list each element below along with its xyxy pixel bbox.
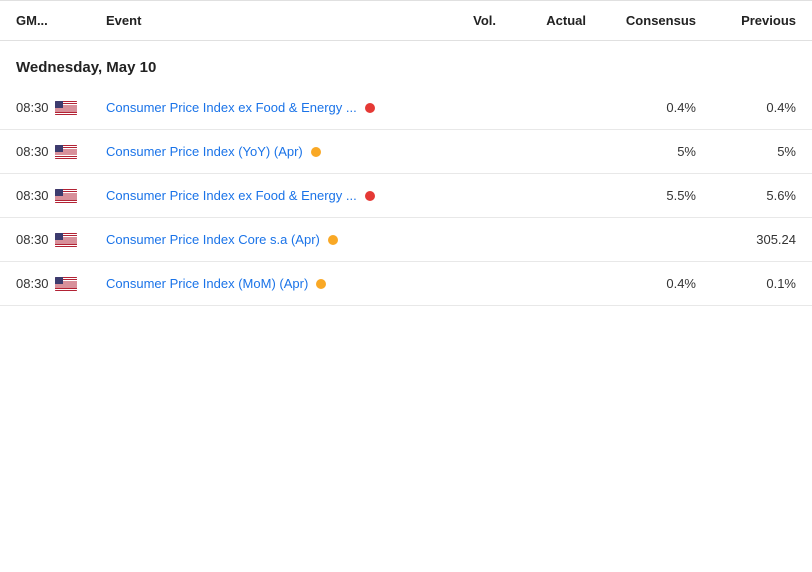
previous-value: 305.24 — [696, 232, 796, 247]
event-name[interactable]: Consumer Price Index Core s.a (Apr) — [106, 232, 426, 247]
time-flag-cell: 08:30 — [16, 276, 106, 291]
event-name[interactable]: Consumer Price Index (MoM) (Apr) — [106, 276, 426, 291]
medium-volatility-dot — [328, 235, 338, 245]
consensus-value: 0.4% — [586, 100, 696, 115]
time-flag-cell: 08:30 — [16, 188, 106, 203]
time-flag-cell: 08:30 — [16, 100, 106, 115]
country-flag-us — [55, 101, 77, 115]
country-flag-us — [55, 233, 77, 247]
event-label: Consumer Price Index ex Food & Energy ..… — [106, 100, 357, 115]
previous-value: 0.1% — [696, 276, 796, 291]
table-row: 08:30 Consumer Price Index (MoM) (Apr) 0.4… — [0, 262, 812, 306]
event-time: 08:30 — [16, 188, 49, 203]
event-label: Consumer Price Index Core s.a (Apr) — [106, 232, 320, 247]
event-label: Consumer Price Index (YoY) (Apr) — [106, 144, 303, 159]
high-volatility-dot — [365, 103, 375, 113]
event-time: 08:30 — [16, 232, 49, 247]
country-flag-us — [55, 189, 77, 203]
table-header: GM... Event Vol. Actual Consensus Previo… — [0, 1, 812, 41]
time-flag-cell: 08:30 — [16, 144, 106, 159]
table-row: 08:30 Consumer Price Index (YoY) (Apr) 5%5… — [0, 130, 812, 174]
header-previous: Previous — [696, 13, 796, 28]
header-gmt: GM... — [16, 13, 106, 28]
header-actual: Actual — [496, 13, 586, 28]
previous-value: 5.6% — [696, 188, 796, 203]
event-time: 08:30 — [16, 276, 49, 291]
event-name[interactable]: Consumer Price Index (YoY) (Apr) — [106, 144, 426, 159]
high-volatility-dot — [365, 191, 375, 201]
event-label: Consumer Price Index (MoM) (Apr) — [106, 276, 308, 291]
event-name[interactable]: Consumer Price Index ex Food & Energy ..… — [106, 188, 426, 203]
time-flag-cell: 08:30 — [16, 232, 106, 247]
date-heading: Wednesday, May 10 — [0, 41, 812, 86]
consensus-value: 5% — [586, 144, 696, 159]
previous-value: 5% — [696, 144, 796, 159]
country-flag-us — [55, 277, 77, 291]
event-time: 08:30 — [16, 100, 49, 115]
country-flag-us — [55, 145, 77, 159]
table-row: 08:30 Consumer Price Index ex Food & Ener… — [0, 86, 812, 130]
consensus-value: 5.5% — [586, 188, 696, 203]
consensus-value: 0.4% — [586, 276, 696, 291]
medium-volatility-dot — [311, 147, 321, 157]
table-row: 08:30 Consumer Price Index ex Food & Ener… — [0, 174, 812, 218]
header-event: Event — [106, 13, 426, 28]
header-consensus: Consensus — [586, 13, 696, 28]
previous-value: 0.4% — [696, 100, 796, 115]
event-name[interactable]: Consumer Price Index ex Food & Energy ..… — [106, 100, 426, 115]
event-label: Consumer Price Index ex Food & Energy ..… — [106, 188, 357, 203]
medium-volatility-dot — [316, 279, 326, 289]
economic-calendar-table: GM... Event Vol. Actual Consensus Previo… — [0, 0, 812, 572]
table-row: 08:30 Consumer Price Index Core s.a (Apr)… — [0, 218, 812, 262]
event-time: 08:30 — [16, 144, 49, 159]
header-vol: Vol. — [426, 13, 496, 28]
